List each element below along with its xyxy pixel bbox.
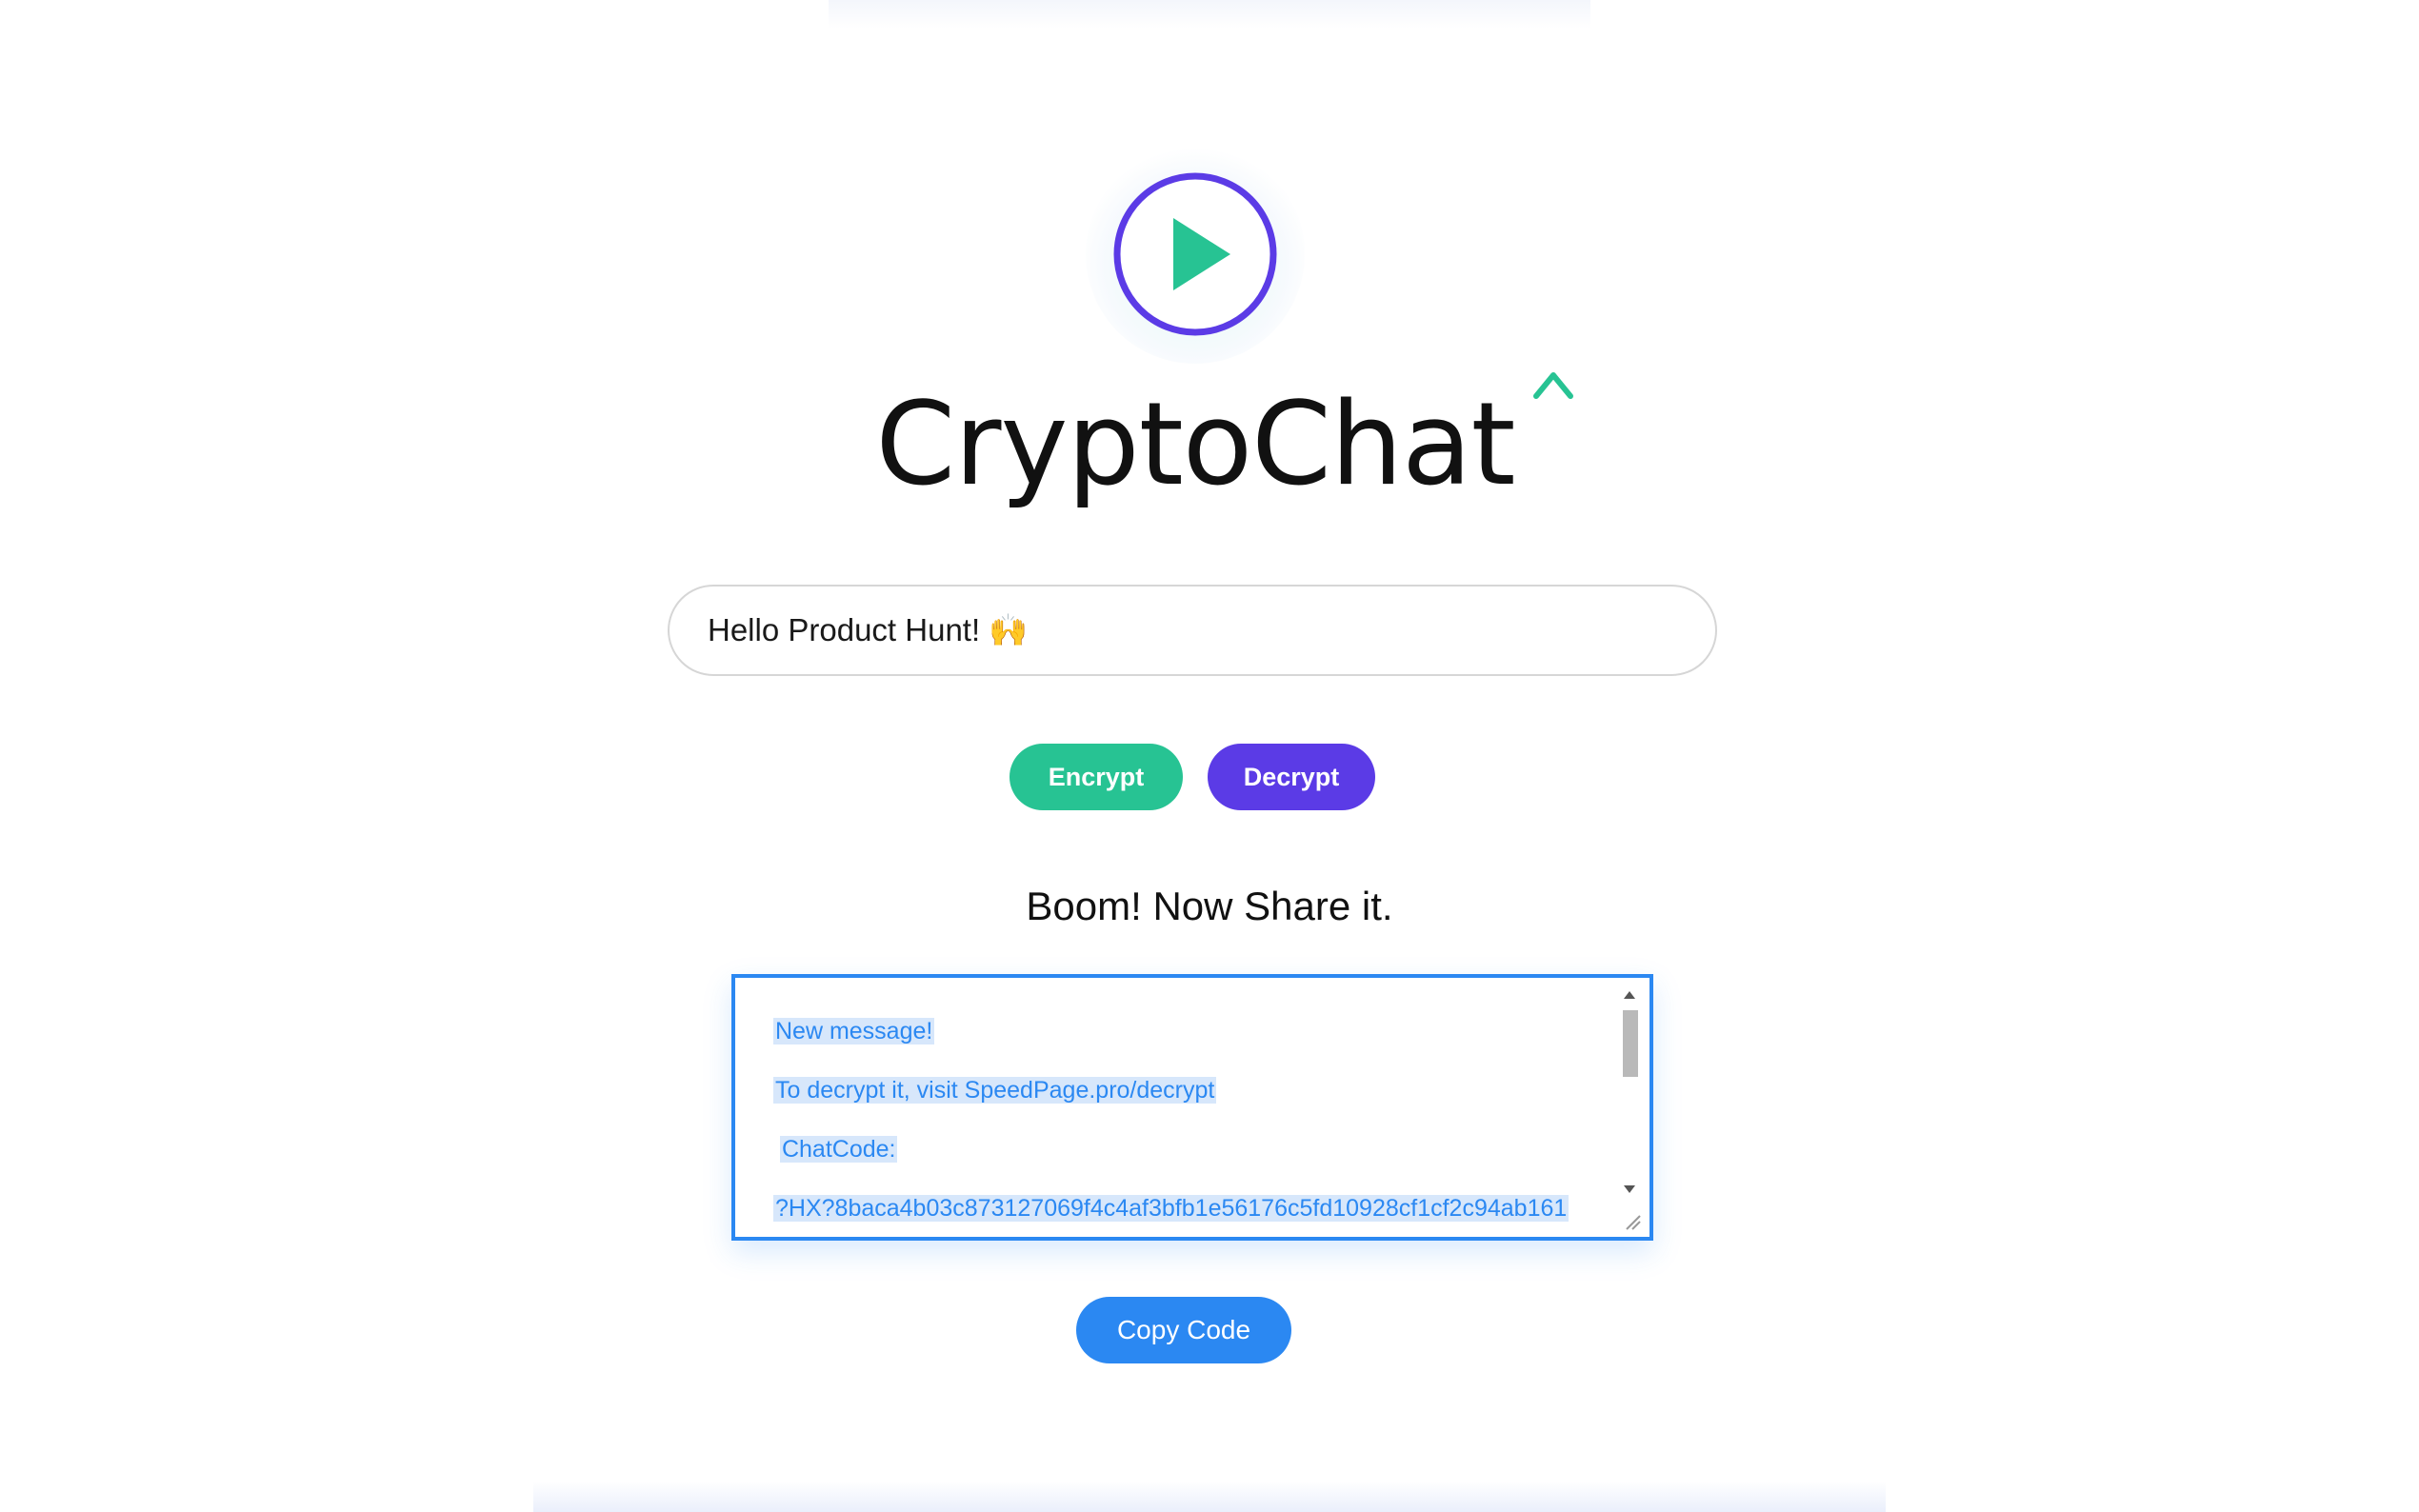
encrypt-button[interactable]: Encrypt — [1010, 744, 1183, 810]
share-heading: Boom! Now Share it. — [1026, 884, 1393, 928]
decrypt-button[interactable]: Decrypt — [1208, 744, 1375, 810]
scroll-down-arrow-icon[interactable] — [1624, 1185, 1635, 1193]
code-line: New message! — [773, 1018, 935, 1044]
scrollbar[interactable] — [1619, 987, 1640, 1216]
top-glow — [829, 0, 1590, 29]
logo — [1086, 145, 1305, 364]
chat-code-textarea[interactable]: New message! To decrypt it, visit SpeedP… — [731, 974, 1653, 1241]
copy-code-button[interactable]: Copy Code — [1076, 1297, 1291, 1363]
caret-icon — [1532, 372, 1573, 399]
code-line: ChatCode: — [779, 1136, 898, 1163]
code-line: ?HX?8baca4b03c873127069f4c4af3bfb1e56176… — [773, 1195, 1569, 1222]
bottom-glow — [533, 1482, 1886, 1512]
play-circle-icon — [1113, 172, 1277, 336]
scroll-up-arrow-icon[interactable] — [1624, 991, 1635, 999]
cryptochat-page: CryptoChat Encrypt Decrypt Boom! Now Sha… — [0, 0, 2419, 1512]
brand-title: CryptoChat — [0, 372, 2419, 512]
message-input[interactable] — [668, 585, 1717, 676]
chat-code-content: New message! To decrypt it, visit SpeedP… — [773, 1016, 1602, 1237]
brand-name: CryptoChat — [875, 379, 1515, 511]
resize-grip-icon[interactable] — [1623, 1212, 1642, 1231]
code-line: To decrypt it, visit SpeedPage.pro/decry… — [773, 1077, 1217, 1104]
scroll-thumb[interactable] — [1623, 1010, 1638, 1077]
